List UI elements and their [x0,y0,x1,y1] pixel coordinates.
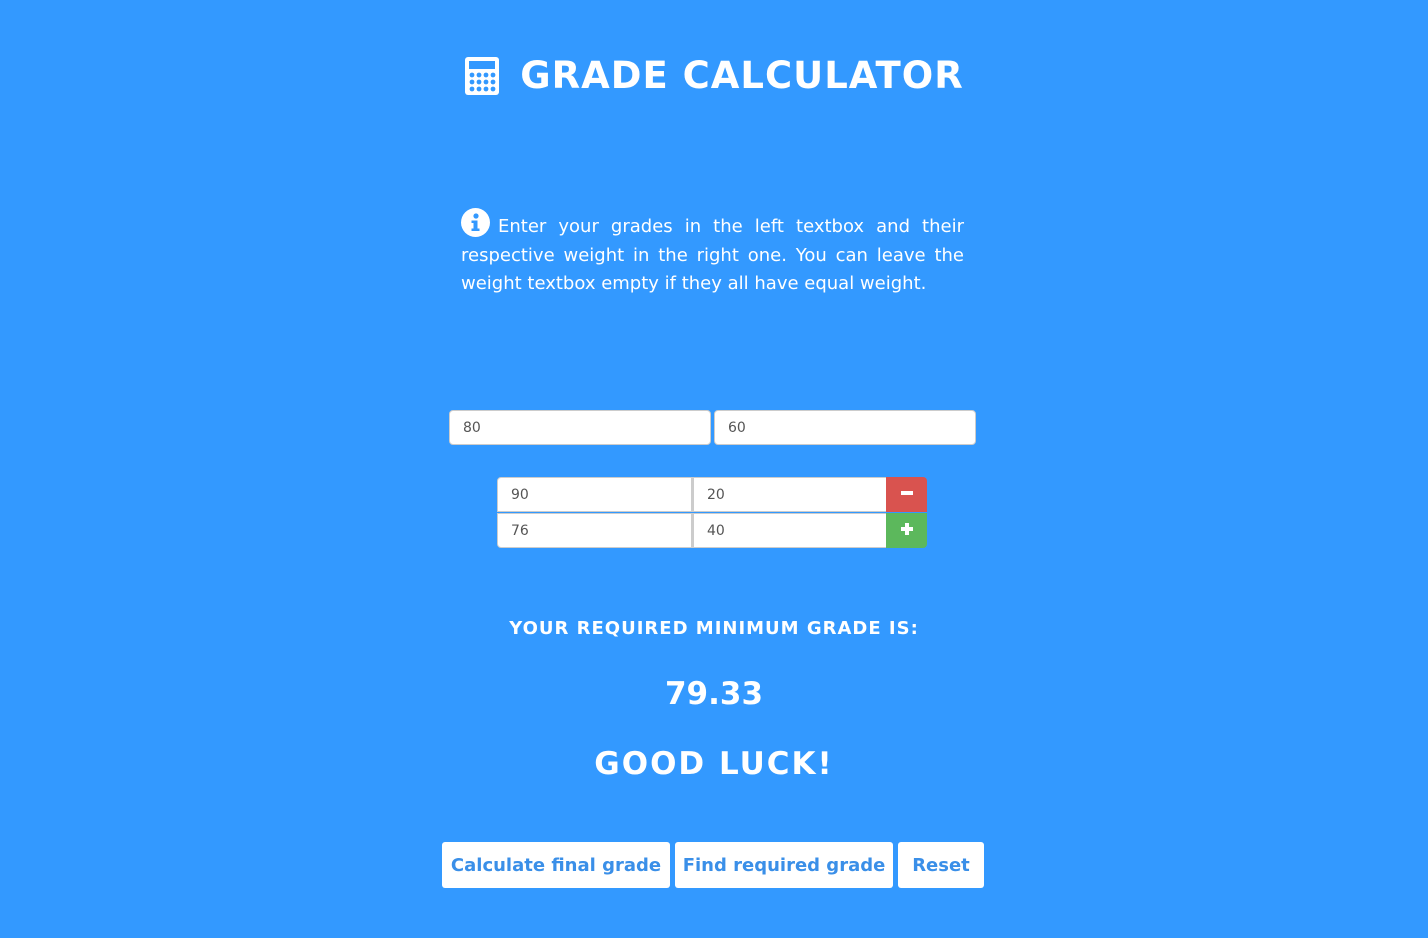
page-title: GRADE CALCULATOR [520,54,964,97]
add-row-button[interactable] [886,513,927,548]
weight-input-1[interactable] [714,410,976,445]
instructions-text: Enter your grades in the left textbox an… [461,216,964,294]
weight-input-2[interactable] [692,477,887,512]
weight-input-3[interactable] [692,513,887,548]
good-luck-message: GOOD LUCK! [594,746,834,782]
result-label: YOUR REQUIRED MINIMUM GRADE IS: [509,618,919,639]
minus-icon [900,486,914,503]
calculate-final-grade-button[interactable]: Calculate final grade [442,842,670,888]
calculator-icon [464,56,500,96]
grade-input-1[interactable] [449,410,711,445]
find-required-grade-button[interactable]: Find required grade [675,842,893,888]
grade-input-2[interactable] [497,477,692,512]
result-value: 79.33 [664,676,764,712]
header: GRADE CALCULATOR [0,52,1428,100]
instructions: Enter your grades in the left textbox an… [461,208,964,299]
grade-input-3[interactable] [497,513,692,548]
plus-icon [900,522,914,539]
info-circle-icon [461,208,490,237]
reset-button[interactable]: Reset [898,842,984,888]
page: GRADE CALCULATOR Enter your grades in th… [0,0,1428,938]
remove-row-button[interactable] [886,477,927,512]
